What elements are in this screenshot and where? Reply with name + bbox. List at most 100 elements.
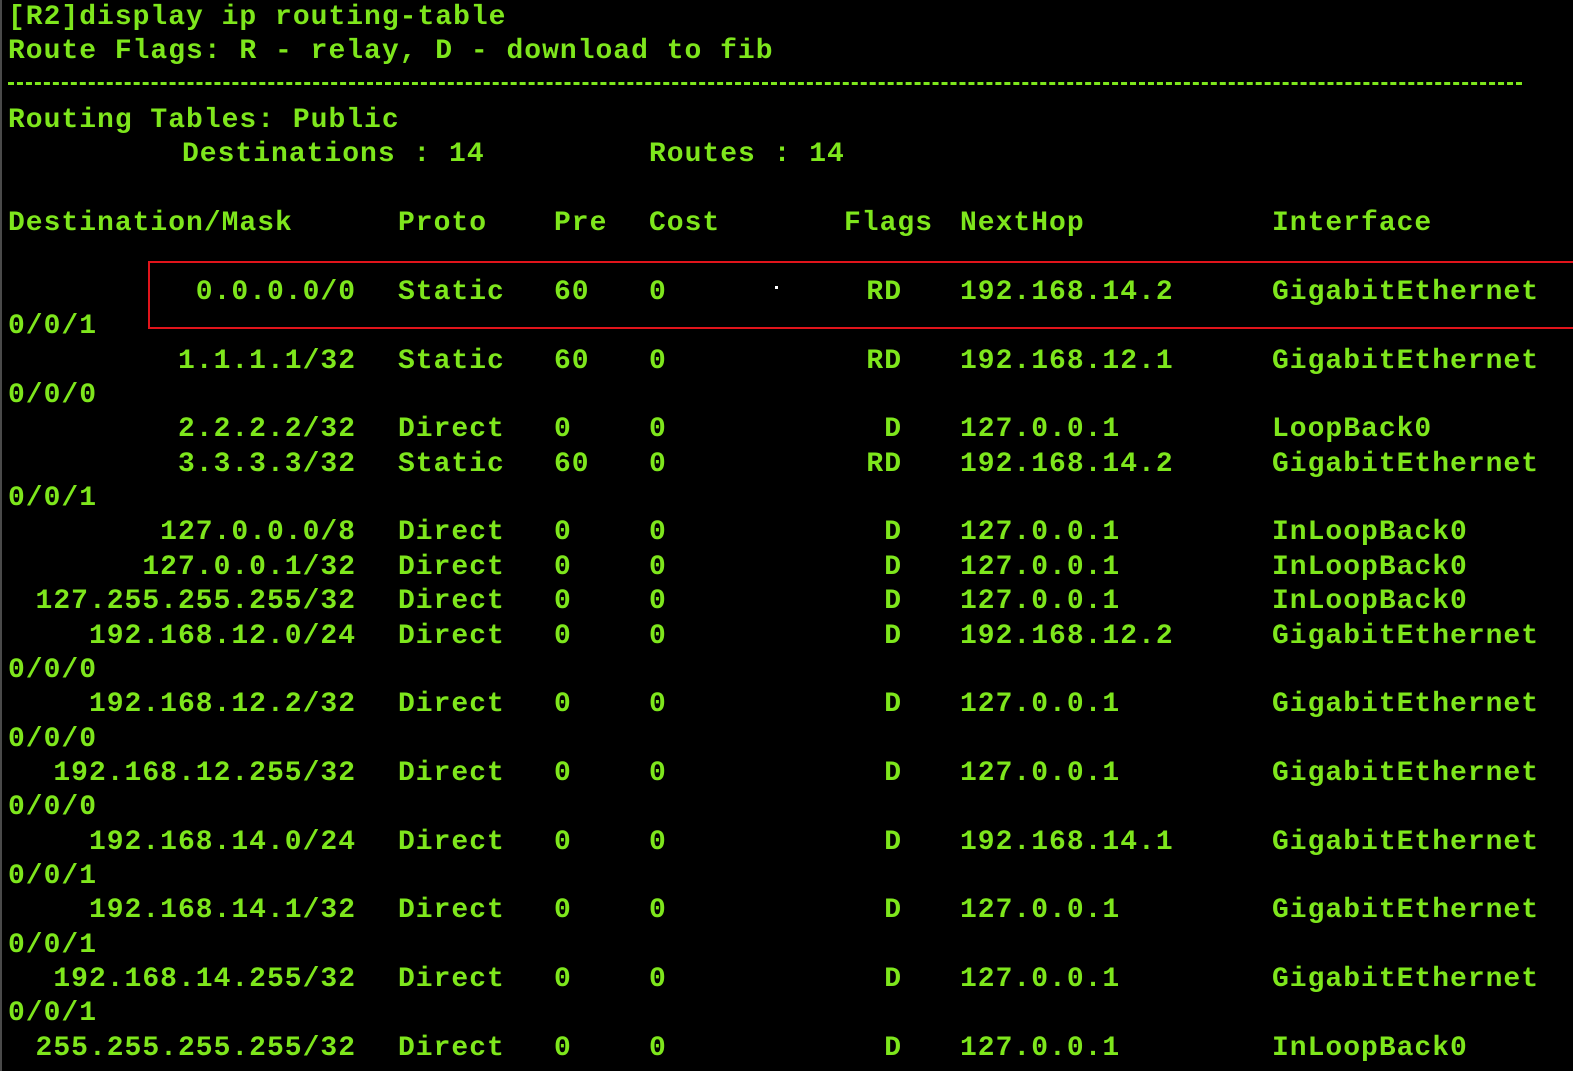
route-flags: D bbox=[884, 964, 902, 995]
route-pre: 60 bbox=[554, 449, 590, 480]
route-flags: D bbox=[884, 586, 902, 617]
route-interface: InLoopBack0 bbox=[1272, 586, 1468, 617]
route-destination: 192.168.12.2/32 bbox=[88, 689, 356, 720]
route-interface: GigabitEthernet bbox=[1272, 689, 1540, 720]
divider-line bbox=[8, 82, 1522, 85]
terminal-window[interactable]: [R2]display ip routing-table Route Flags… bbox=[0, 0, 1573, 1071]
route-interface: LoopBack0 bbox=[1272, 414, 1433, 445]
route-pre: 0 bbox=[554, 586, 572, 617]
route-destination: 192.168.14.0/24 bbox=[88, 827, 356, 858]
route-destination: 2.2.2.2/32 bbox=[177, 414, 356, 445]
route-flags: D bbox=[884, 414, 902, 445]
route-pre: 0 bbox=[554, 414, 572, 445]
header-interface: Interface bbox=[1272, 208, 1433, 239]
route-pre: 0 bbox=[554, 689, 572, 720]
route-interface: InLoopBack0 bbox=[1272, 552, 1468, 583]
route-nexthop: 127.0.0.1 bbox=[960, 586, 1121, 617]
route-interface-continuation: 0/0/1 bbox=[8, 483, 98, 514]
route-flags: D bbox=[884, 827, 902, 858]
route-proto: Direct bbox=[398, 621, 505, 652]
route-interface: GigabitEthernet bbox=[1272, 827, 1540, 858]
cursor-dot bbox=[775, 286, 778, 289]
route-cost: 0 bbox=[649, 758, 667, 789]
route-cost: 0 bbox=[649, 964, 667, 995]
route-pre: 0 bbox=[554, 964, 572, 995]
route-flags: D bbox=[884, 621, 902, 652]
route-cost: 0 bbox=[649, 552, 667, 583]
route-pre: 0 bbox=[554, 621, 572, 652]
route-interface: GigabitEthernet bbox=[1272, 758, 1540, 789]
route-interface-continuation: 0/0/1 bbox=[8, 998, 98, 1029]
header-proto: Proto bbox=[398, 208, 488, 239]
route-nexthop: 127.0.0.1 bbox=[960, 517, 1121, 548]
route-interface-continuation: 0/0/1 bbox=[8, 861, 98, 892]
route-interface: InLoopBack0 bbox=[1272, 1033, 1468, 1064]
destinations-count: Destinations : 14 bbox=[182, 139, 485, 170]
route-flags: D bbox=[884, 758, 902, 789]
route-proto: Direct bbox=[398, 517, 505, 548]
route-interface: GigabitEthernet bbox=[1272, 895, 1540, 926]
route-destination: 127.255.255.255/32 bbox=[35, 586, 356, 617]
route-nexthop: 192.168.12.1 bbox=[960, 346, 1174, 377]
header-destination: Destination/Mask bbox=[8, 208, 293, 239]
header-cost: Cost bbox=[649, 208, 721, 239]
route-destination: 127.0.0.0/8 bbox=[160, 517, 356, 548]
route-cost: 0 bbox=[649, 827, 667, 858]
route-proto: Direct bbox=[398, 964, 505, 995]
route-nexthop: 127.0.0.1 bbox=[960, 758, 1121, 789]
route-flags: D bbox=[884, 689, 902, 720]
route-destination: 255.255.255.255/32 bbox=[35, 1033, 356, 1064]
route-pre: 60 bbox=[554, 346, 590, 377]
route-proto: Direct bbox=[398, 895, 505, 926]
route-nexthop: 127.0.0.1 bbox=[960, 552, 1121, 583]
route-flags-legend: Route Flags: R - relay, D - download to … bbox=[8, 36, 774, 67]
route-interface-continuation: 0/0/0 bbox=[8, 792, 98, 823]
route-cost: 0 bbox=[649, 621, 667, 652]
route-flags: D bbox=[884, 517, 902, 548]
highlight-box bbox=[148, 261, 1573, 329]
route-flags: D bbox=[884, 552, 902, 583]
route-proto: Direct bbox=[398, 827, 505, 858]
route-proto: Direct bbox=[398, 414, 505, 445]
route-interface-continuation: 0/0/0 bbox=[8, 655, 98, 686]
route-destination: 192.168.12.0/24 bbox=[88, 621, 356, 652]
route-pre: 0 bbox=[554, 517, 572, 548]
route-destination: 192.168.12.255/32 bbox=[53, 758, 356, 789]
route-flags: D bbox=[884, 895, 902, 926]
route-cost: 0 bbox=[649, 895, 667, 926]
route-proto: Direct bbox=[398, 1033, 505, 1064]
command-line: [R2]display ip routing-table bbox=[8, 2, 507, 33]
route-interface-continuation: 0/0/0 bbox=[8, 724, 98, 755]
route-flags: RD bbox=[866, 346, 902, 377]
header-flags: Flags bbox=[844, 208, 934, 239]
route-proto: Direct bbox=[398, 689, 505, 720]
route-destination: 3.3.3.3/32 bbox=[177, 449, 356, 480]
route-destination: 127.0.0.1/32 bbox=[142, 552, 356, 583]
route-nexthop: 127.0.0.1 bbox=[960, 689, 1121, 720]
header-pre: Pre bbox=[554, 208, 608, 239]
route-nexthop: 192.168.14.2 bbox=[960, 449, 1174, 480]
route-interface: InLoopBack0 bbox=[1272, 517, 1468, 548]
route-proto: Direct bbox=[398, 586, 505, 617]
route-pre: 0 bbox=[554, 827, 572, 858]
route-nexthop: 127.0.0.1 bbox=[960, 1033, 1121, 1064]
route-nexthop: 127.0.0.1 bbox=[960, 414, 1121, 445]
route-pre: 0 bbox=[554, 758, 572, 789]
table-title: Routing Tables: Public bbox=[8, 105, 400, 136]
route-nexthop: 127.0.0.1 bbox=[960, 895, 1121, 926]
route-cost: 0 bbox=[649, 517, 667, 548]
route-cost: 0 bbox=[649, 1033, 667, 1064]
route-nexthop: 127.0.0.1 bbox=[960, 964, 1121, 995]
route-destination: 1.1.1.1/32 bbox=[177, 346, 356, 377]
route-pre: 0 bbox=[554, 552, 572, 583]
route-interface: GigabitEthernet bbox=[1272, 346, 1540, 377]
route-flags: RD bbox=[866, 449, 902, 480]
route-interface: GigabitEthernet bbox=[1272, 964, 1540, 995]
route-flags: D bbox=[884, 1033, 902, 1064]
route-interface-continuation: 0/0/1 bbox=[8, 311, 98, 342]
route-pre: 0 bbox=[554, 1033, 572, 1064]
route-cost: 0 bbox=[649, 689, 667, 720]
route-cost: 0 bbox=[649, 414, 667, 445]
route-destination: 192.168.14.1/32 bbox=[88, 895, 356, 926]
route-cost: 0 bbox=[649, 586, 667, 617]
